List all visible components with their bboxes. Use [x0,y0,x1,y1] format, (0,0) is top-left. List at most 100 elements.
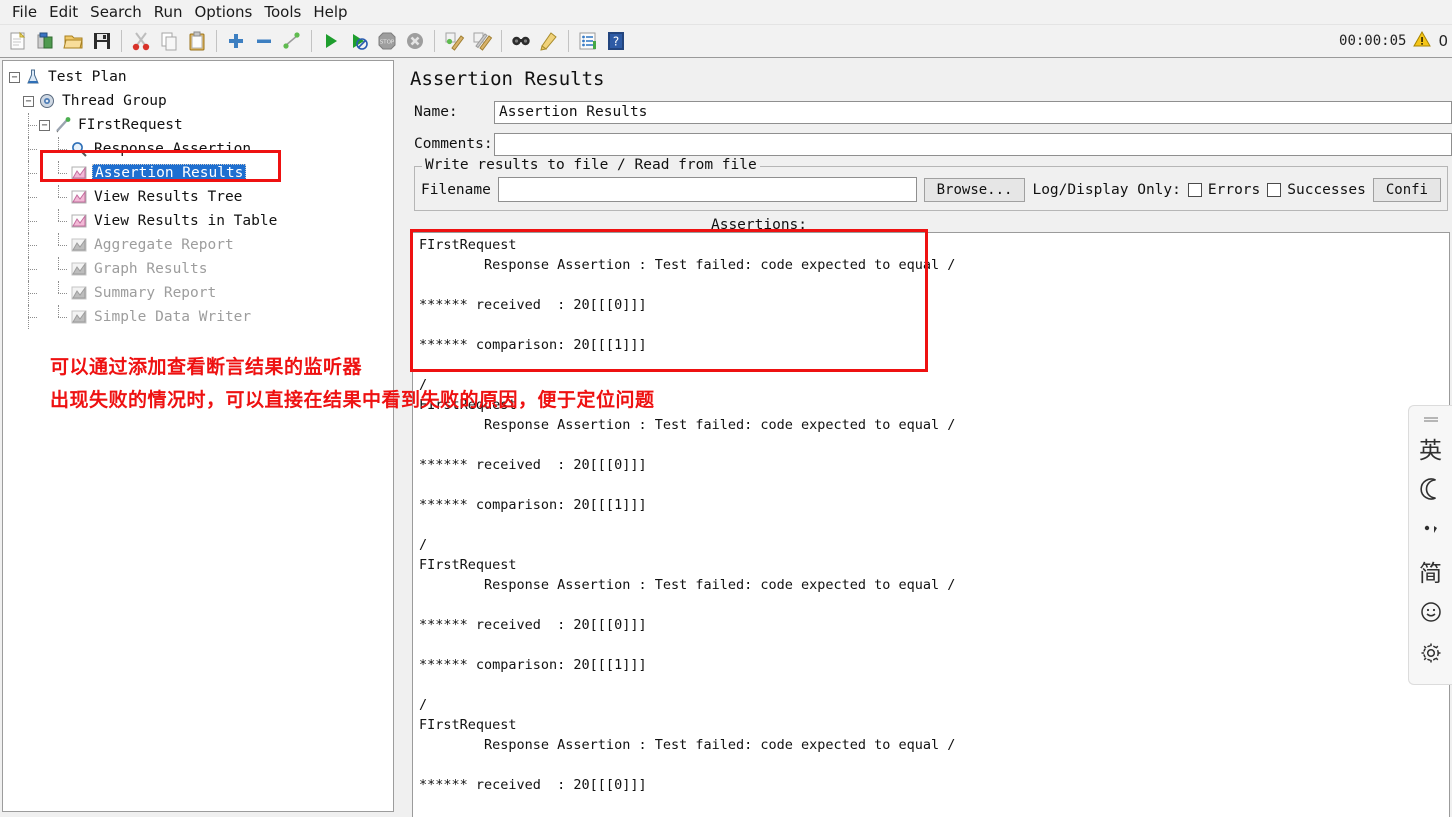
expand-all-icon[interactable] [223,28,249,54]
cut-icon[interactable] [128,28,154,54]
result-line [419,595,1449,615]
name-row: Name: [406,98,1452,126]
open-icon[interactable] [61,28,87,54]
listener-icon [69,212,88,231]
successes-label: Successes [1287,181,1366,198]
toolbar-separator [216,30,217,52]
tree-node-view-results-in-table[interactable]: View Results in Table [9,209,393,233]
expand-collapse-toggle[interactable]: − [39,119,50,131]
tree-label-assertion-results: Assertion Results [92,164,247,182]
help-icon[interactable]: ? [603,28,629,54]
tree-node-aggregate-report[interactable]: Aggregate Report [9,233,393,257]
expand-collapse-toggle[interactable]: − [23,95,34,107]
tree-node-simple-data-writer[interactable]: Simple Data Writer [9,305,393,329]
tree-indent [53,233,69,257]
errors-checkbox-group[interactable]: Errors [1187,181,1261,198]
tree-indent [23,305,39,329]
tree-node-first-request[interactable]: − FIrstRequest [9,113,393,137]
browse-button[interactable]: Browse... [923,177,1026,202]
tree-node-response-assertion[interactable]: Response Assertion [9,137,393,161]
result-line: FIrstRequest [419,237,517,253]
shutdown-icon[interactable] [402,28,428,54]
write-results-fieldset: Write results to file / Read from file F… [414,157,1448,211]
result-line: Response Assertion : Test failed: code e… [419,737,956,753]
listener-icon [69,164,88,183]
copy-icon[interactable] [156,28,182,54]
menu-run[interactable]: Run [148,2,189,22]
result-line: ****** received : 20[[[0]]] [419,457,647,473]
listener-icon [69,188,88,207]
errors-label: Errors [1207,181,1261,198]
result-line [419,355,1449,375]
comments-input[interactable] [494,132,1452,156]
menu-options[interactable]: Options [188,2,258,22]
annotation-text-line2: 出现失败的情况时，可以直接在结果中看到失败的原因，便于定位问题 [50,389,655,411]
log-display-only-label: Log/Display Only: [1032,181,1181,198]
ime-moon-icon[interactable] [1414,472,1448,506]
tree-node-thread-group[interactable]: − Thread Group [9,89,393,113]
templates-icon[interactable] [33,28,59,54]
assertion-results-textarea[interactable]: FIrstRequest Response Assertion : Test f… [412,232,1450,817]
tree-node-summary-report[interactable]: Summary Report [9,281,393,305]
result-line: / [419,537,428,553]
ime-settings-gear-icon[interactable] [1414,636,1448,670]
expand-collapse-toggle[interactable]: − [9,71,20,83]
tree-label-simple-data-writer: Simple Data Writer [94,309,252,325]
errors-checkbox[interactable] [1187,182,1202,197]
filename-input[interactable] [497,177,917,202]
ime-language-english-icon[interactable]: 英 [1414,431,1448,465]
panel-splitter[interactable] [396,60,404,812]
menu-tools[interactable]: Tools [258,2,307,22]
listener-icon-disabled [69,284,88,303]
successes-checkbox[interactable] [1267,182,1282,197]
tree-node-assertion-results[interactable]: Assertion Results [9,161,393,185]
start-no-timers-icon[interactable] [346,28,372,54]
result-line: Response Assertion : Test failed: code e… [419,577,956,593]
tree-node-test-plan[interactable]: − Test Plan [9,65,393,89]
thread-group-icon [37,92,56,111]
name-input[interactable] [494,100,1452,124]
menu-edit[interactable]: Edit [43,2,84,22]
function-helper-icon[interactable] [575,28,601,54]
tree-indent [53,209,69,233]
ime-simplified-chinese-icon[interactable]: 简 [1414,554,1448,588]
menu-search[interactable]: Search [84,2,148,22]
menu-file[interactable]: File [6,2,43,22]
assertions-label: Assertions: [710,217,808,233]
collapse-all-icon[interactable] [251,28,277,54]
successes-checkbox-group[interactable]: Successes [1267,182,1366,198]
search-icon[interactable] [508,28,534,54]
ime-emoji-icon[interactable] [1414,595,1448,629]
start-icon[interactable] [318,28,344,54]
result-line [419,475,1449,495]
save-icon[interactable] [89,28,115,54]
configure-button[interactable]: Confi [1372,177,1441,202]
new-test-plan-icon[interactable] [5,28,31,54]
comments-label: Comments: [414,136,493,152]
stop-icon[interactable]: STOP [374,28,400,54]
toggle-icon[interactable] [279,28,305,54]
paste-icon[interactable] [184,28,210,54]
reset-search-icon[interactable] [536,28,562,54]
warning-triangle-icon[interactable] [1413,30,1432,52]
ime-drag-handle[interactable] [1422,414,1440,424]
ime-punctuation-icon[interactable] [1414,513,1448,547]
toolbar-separator [501,30,502,52]
svg-text:STOP: STOP [380,40,395,46]
result-line: Response Assertion : Test failed: code e… [419,417,956,433]
menu-help[interactable]: Help [307,2,353,22]
tree-node-view-results-tree[interactable]: View Results Tree [9,185,393,209]
toolbar-separator [121,30,122,52]
toolbar-separator [568,30,569,52]
elapsed-timer: 00:00:05 [1339,33,1407,49]
tree-node-graph-results[interactable]: Graph Results [9,257,393,281]
result-line [419,275,1449,295]
test-plan-tree-panel[interactable]: − Test Plan − Thread Group − FIrstReques… [2,60,394,812]
clear-icon[interactable] [441,28,467,54]
listener-icon-disabled [69,236,88,255]
page-title: Assertion Results [410,68,605,90]
clear-all-icon[interactable] [469,28,495,54]
ime-floating-toolbar[interactable]: 英 简 [1408,405,1452,685]
result-line: FIrstRequest [419,557,517,573]
result-line: FIrstRequest [419,717,517,733]
